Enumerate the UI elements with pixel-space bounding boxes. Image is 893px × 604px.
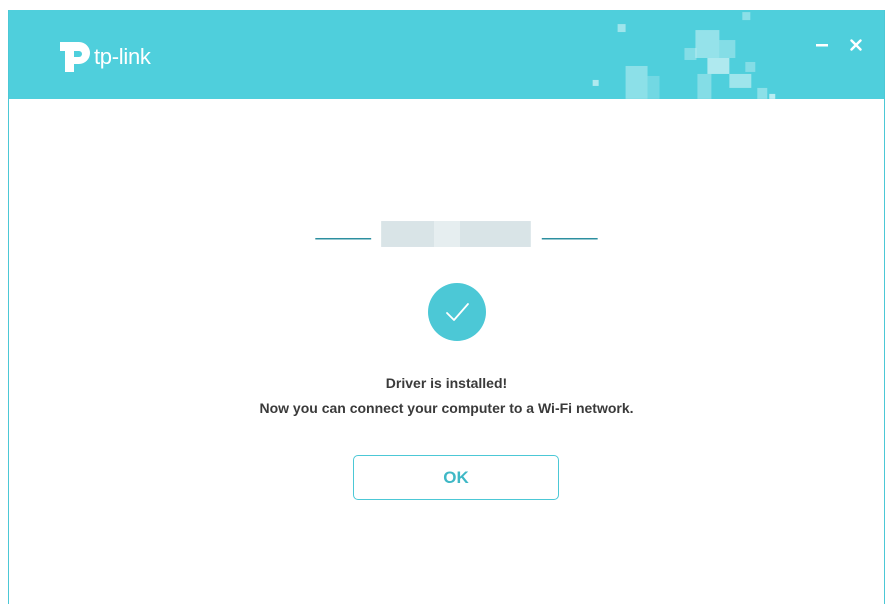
app-background: tp-link Driver is installed! Now you can… (0, 0, 893, 604)
close-button[interactable] (843, 32, 869, 58)
tp-link-logo: tp-link (54, 38, 151, 74)
checkmark-icon (446, 303, 469, 321)
success-badge (428, 283, 486, 341)
progress-step-1 (381, 221, 435, 247)
step-progress (315, 221, 598, 247)
progress-step-3 (459, 221, 531, 247)
brand-name: tp-link (94, 44, 151, 69)
ok-button[interactable]: OK (353, 455, 559, 500)
minimize-icon (816, 44, 828, 47)
installer-window: tp-link Driver is installed! Now you can… (8, 10, 885, 604)
progress-line-left (315, 237, 372, 240)
status-title: Driver is installed! (385, 375, 508, 391)
tp-link-logo-icon (60, 42, 90, 72)
status-message: Now you can connect your computer to a W… (259, 400, 634, 416)
close-icon (850, 39, 862, 51)
title-bar[interactable]: tp-link (9, 10, 884, 99)
progress-line-right (541, 237, 598, 240)
minimize-button[interactable] (809, 32, 835, 58)
progress-step-2 (434, 221, 460, 247)
